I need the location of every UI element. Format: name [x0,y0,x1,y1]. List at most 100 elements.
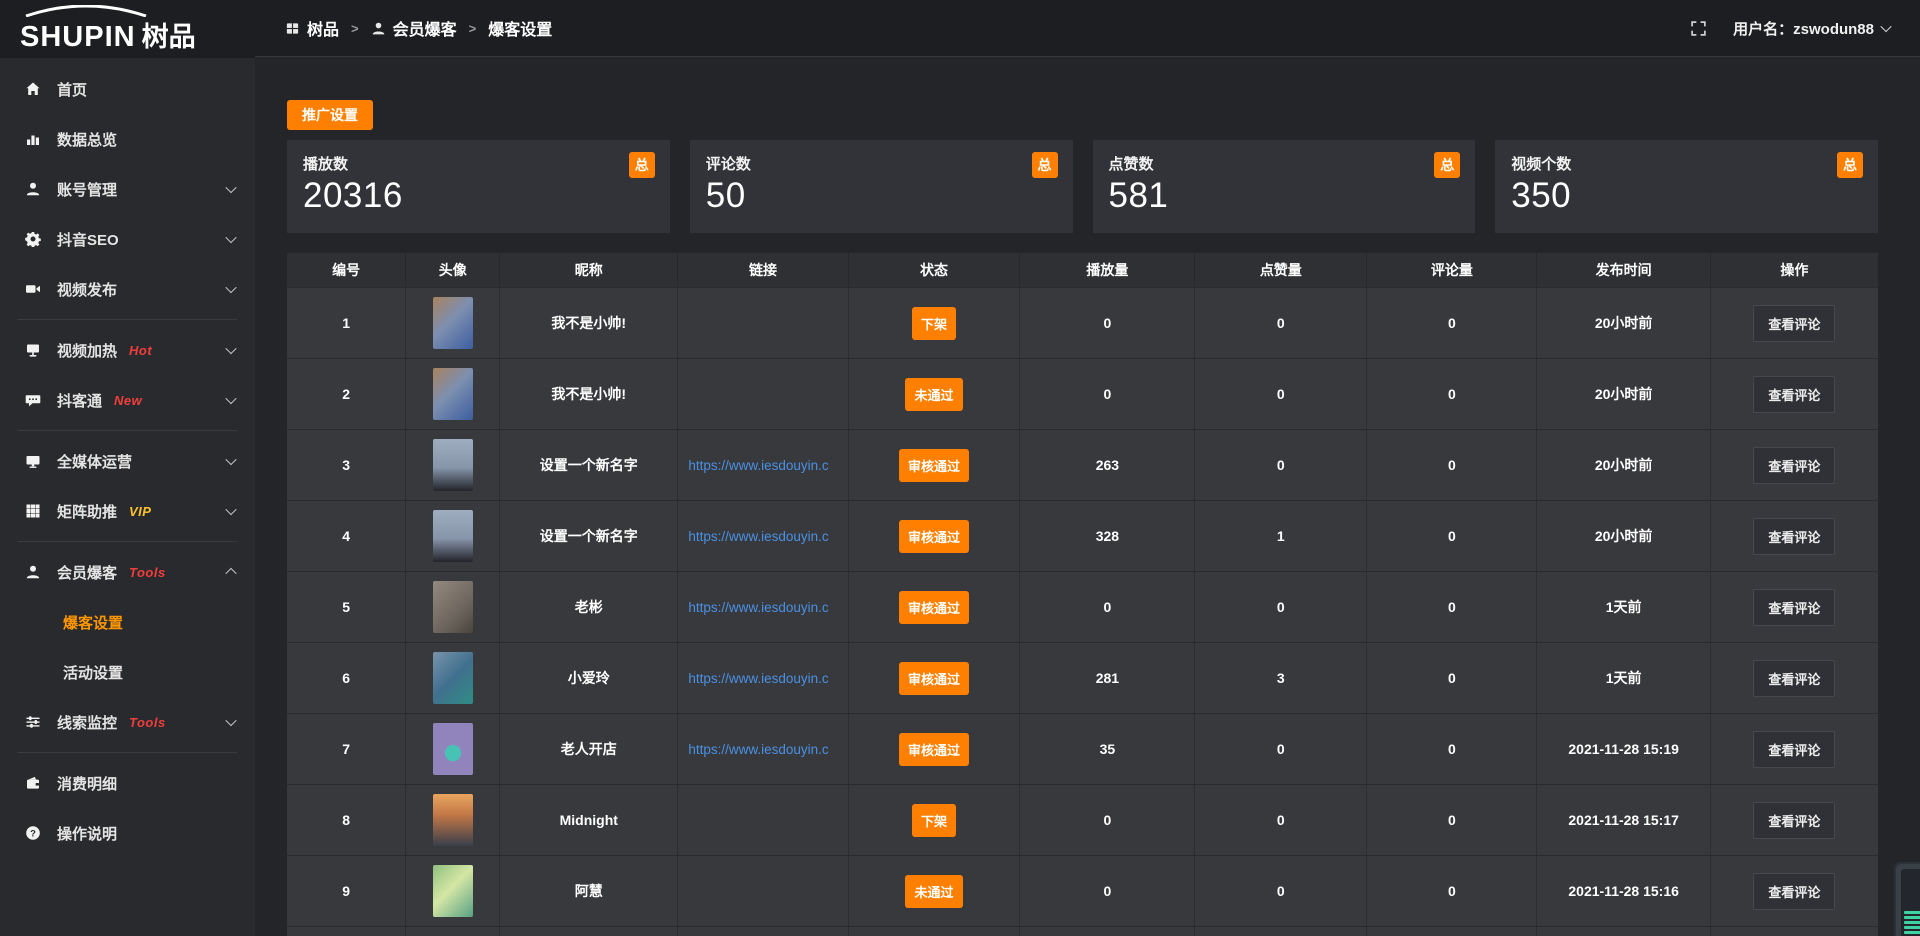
sidebar-item-grid[interactable]: 矩阵助推VIP [0,486,255,536]
sidebar-subitem[interactable]: 爆客设置 [0,597,255,647]
member-icon [24,563,42,581]
column-header: 昵称 [500,253,678,287]
breadcrumb-label: 会员爆客 [393,16,457,40]
column-header: 头像 [406,253,500,287]
column-header: 状态 [849,253,1021,287]
sidebar-divider [18,430,237,431]
user-icon [24,180,42,198]
column-header: 发布时间 [1537,253,1710,287]
column-header: 操作 [1711,253,1878,287]
cell-plays: 0 [1020,572,1195,642]
sidebar-item-home[interactable]: 首页 [0,64,255,114]
cell-id: 5 [287,572,406,642]
main-content: 推广设置 播放数20316总评论数50总点赞数581总视频个数350总 编号头像… [255,58,1920,936]
avatar [433,297,473,349]
sidebar-item-help[interactable]: ? 操作说明 [0,808,255,858]
video-link[interactable]: https://www.iesdouyin.c [678,600,847,615]
status-badge: 未通过 [905,875,962,908]
svg-text:?: ? [30,828,36,839]
sidebar-item-badge: New [114,393,142,408]
sidebar-item-wallet[interactable]: 消费明细 [0,758,255,808]
view-comments-button[interactable]: 查看评论 [1753,731,1835,768]
wallet-icon [24,774,42,792]
cell-avatar [406,430,500,500]
cell-plays [1020,927,1195,936]
cell-action: 查看评论 [1711,856,1878,926]
sidebar-item-video[interactable]: 视频发布 [0,264,255,314]
status-badge: 审核通过 [899,449,969,482]
chevron-up-icon [225,568,236,579]
table-row: 2我不是小帅!未通过00020小时前查看评论 [287,358,1878,429]
sidebar-item-label: 操作说明 [57,823,117,844]
chevron-down-icon [225,715,236,726]
cell-likes: 0 [1195,359,1367,429]
breadcrumb-item[interactable]: 树品 [285,16,339,40]
chevron-down-icon [225,393,236,404]
breadcrumb-item[interactable]: 会员爆客 [371,16,457,40]
cell-plays: 35 [1020,714,1195,784]
username-dropdown[interactable]: 用户名：zswodun88 [1733,18,1890,39]
video-link[interactable]: https://www.iesdouyin.c [678,458,847,473]
table-header: 编号头像昵称链接状态播放量点赞量评论量发布时间操作 [287,253,1878,287]
cell-publish-time: 2021-11-28 15:17 [1537,785,1710,855]
cell-plays: 328 [1020,501,1195,571]
table-body: 1我不是小帅!下架00020小时前查看评论2我不是小帅!未通过00020小时前查… [287,287,1878,936]
stat-card-value: 350 [1511,176,1862,216]
cell-link [678,856,848,926]
home-icon [24,80,42,98]
cell-id: 2 [287,359,406,429]
cell-publish-time: 20小时前 [1537,501,1710,571]
cell-action [1711,927,1878,936]
sidebar-item-sliders[interactable]: 线索监控Tools [0,697,255,747]
breadcrumb-label: 爆客设置 [488,16,552,40]
floating-widget[interactable] [1894,862,1920,936]
cell-nickname: 阿慧 [500,856,678,926]
cell-id [287,927,406,936]
sidebar-subitem[interactable]: 活动设置 [0,647,255,697]
sidebar-item-gear[interactable]: 抖音SEO [0,214,255,264]
cell-likes: 0 [1195,856,1367,926]
table-row: 1我不是小帅!下架00020小时前查看评论 [287,287,1878,358]
stat-cards: 播放数20316总评论数50总点赞数581总视频个数350总 [287,140,1878,233]
stat-card-value: 50 [706,176,1057,216]
video-link[interactable]: https://www.iesdouyin.c [678,742,847,757]
column-header: 播放量 [1020,253,1195,287]
view-comments-button[interactable]: 查看评论 [1753,447,1835,484]
column-header: 点赞量 [1195,253,1367,287]
sidebar-item-monitor[interactable]: 全媒体运营 [0,436,255,486]
sidebar-nav: 首页数据总览账号管理抖音SEO视频发布视频加热Hot 抖客通 New 全媒体运营矩阵助… [0,58,255,858]
cell-action: 查看评论 [1711,288,1878,358]
total-badge: 总 [1032,152,1058,178]
app-logo[interactable]: SHUPIN 树品 [0,0,255,58]
promo-settings-button[interactable]: 推广设置 [287,100,373,130]
sidebar-item-heat[interactable]: 视频加热Hot [0,325,255,375]
view-comments-button[interactable]: 查看评论 [1753,589,1835,626]
cell-likes: 0 [1195,288,1367,358]
cell-publish-time: 1天前 [1537,643,1710,713]
sidebar-item-member[interactable]: 会员爆客Tools [0,547,255,597]
view-comments-button[interactable]: 查看评论 [1753,518,1835,555]
view-comments-button[interactable]: 查看评论 [1753,873,1835,910]
cell-action: 查看评论 [1711,501,1878,571]
cell-action: 查看评论 [1711,714,1878,784]
sidebar-item-label: 抖客通 [57,390,102,411]
view-comments-button[interactable]: 查看评论 [1753,376,1835,413]
chevron-down-icon [225,504,236,515]
video-link[interactable]: https://www.iesdouyin.c [678,529,847,544]
sidebar-item-badge: Tools [129,715,166,730]
view-comments-button[interactable]: 查看评论 [1753,802,1835,839]
video-link[interactable]: https://www.iesdouyin.c [678,671,847,686]
sidebar-item-user[interactable]: 账号管理 [0,164,255,214]
fullscreen-icon[interactable] [1690,20,1707,37]
cell-link: https://www.iesdouyin.c [678,714,848,784]
view-comments-button[interactable]: 查看评论 [1753,305,1835,342]
sidebar-item-chat[interactable]: 抖客通 New [0,375,255,425]
cell-avatar [406,927,500,936]
total-badge: 总 [1837,152,1863,178]
cell-avatar [406,572,500,642]
sidebar-item-chart[interactable]: 数据总览 [0,114,255,164]
view-comments-button[interactable]: 查看评论 [1753,660,1835,697]
avatar [433,368,473,420]
cell-comments: 0 [1367,288,1537,358]
breadcrumb-item[interactable]: 爆客设置 [488,16,552,40]
